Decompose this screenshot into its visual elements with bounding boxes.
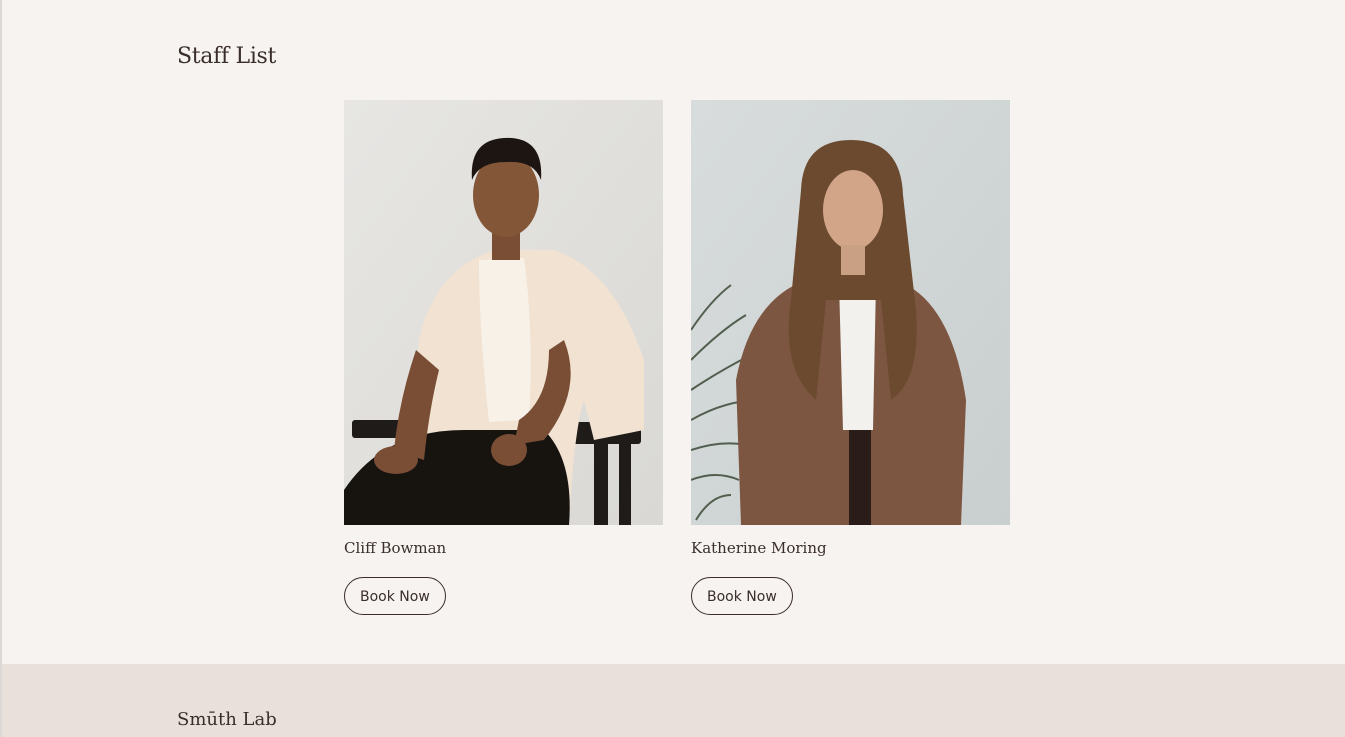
staff-name: Cliff Bowman: [344, 539, 447, 557]
staff-section: Staff List Cliff Bowman Book Now Katheri…: [2, 0, 1345, 664]
book-now-button[interactable]: Book Now: [344, 577, 446, 615]
staff-card: Katherine Moring Book Now: [691, 100, 1010, 615]
staff-photo: [344, 100, 663, 525]
staff-card: Cliff Bowman Book Now: [344, 100, 663, 615]
staff-name: Katherine Moring: [691, 539, 827, 557]
staff-photo: [691, 100, 1010, 525]
footer-brand[interactable]: Smūth Lab: [177, 709, 277, 730]
section-title: Staff List: [177, 44, 277, 69]
portrait-image: [691, 100, 1010, 525]
book-now-button[interactable]: Book Now: [691, 577, 793, 615]
portrait-image: [344, 100, 663, 525]
footer: Smūth Lab: [2, 664, 1345, 737]
